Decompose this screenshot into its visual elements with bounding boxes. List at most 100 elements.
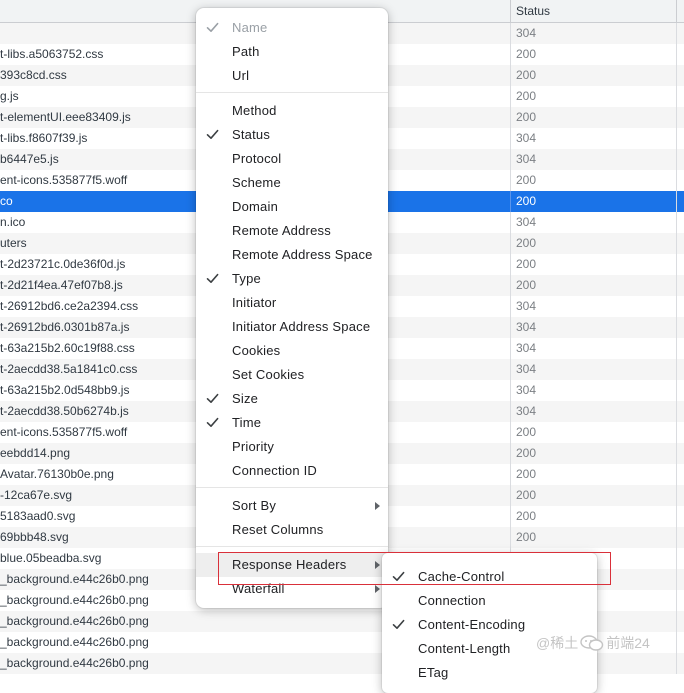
column-divider <box>510 65 511 86</box>
column-divider <box>510 506 511 527</box>
column-divider <box>676 611 677 632</box>
column-divider <box>510 170 511 191</box>
column-divider <box>510 149 511 170</box>
checkmark-icon <box>392 565 406 589</box>
column-divider <box>676 86 677 107</box>
menu-item-label: Sort By <box>232 498 277 513</box>
menu-item-label: Remote Address <box>232 223 331 238</box>
menu-item-waterfall[interactable]: Waterfall <box>196 577 388 601</box>
menu-item-label: Set Cookies <box>232 367 305 382</box>
request-status: 304 <box>516 362 537 376</box>
menu-item-status[interactable]: Status <box>196 123 388 147</box>
next-column-header[interactable] <box>676 0 684 22</box>
request-status: 200 <box>516 446 537 460</box>
menu-item-sort-by[interactable]: Sort By <box>196 494 388 518</box>
column-divider <box>510 254 511 275</box>
wechat-logo-icon <box>580 635 604 651</box>
column-divider <box>510 359 511 380</box>
menu-item-time[interactable]: Time <box>196 411 388 435</box>
column-divider <box>510 191 511 212</box>
request-status: 304 <box>516 26 537 40</box>
menu-item-label: Connection <box>418 593 486 608</box>
checkmark-icon <box>392 613 406 637</box>
checkmark-icon <box>206 387 220 411</box>
column-divider <box>676 128 677 149</box>
menu-separator <box>196 546 388 547</box>
column-divider <box>510 380 511 401</box>
menu-item-connection-id[interactable]: Connection ID <box>196 459 388 483</box>
column-divider <box>510 485 511 506</box>
request-status: 304 <box>516 215 537 229</box>
column-divider <box>676 548 677 569</box>
menu-item-protocol[interactable]: Protocol <box>196 147 388 171</box>
menu-item-size[interactable]: Size <box>196 387 388 411</box>
menu-item-label: Response Headers <box>232 557 347 572</box>
menu-item-label: Method <box>232 103 277 118</box>
column-divider <box>510 422 511 443</box>
request-status: 200 <box>516 278 537 292</box>
menu-item-label: Url <box>232 68 250 83</box>
submenu-item-cache-control[interactable]: Cache-Control <box>382 565 597 589</box>
column-divider <box>510 317 511 338</box>
menu-item-path[interactable]: Path <box>196 40 388 64</box>
menu-item-label: Domain <box>232 199 278 214</box>
column-divider <box>510 212 511 233</box>
column-divider <box>510 443 511 464</box>
checkmark-icon <box>206 267 220 291</box>
menu-item-label: Cookies <box>232 343 281 358</box>
column-divider <box>510 464 511 485</box>
column-divider <box>510 86 511 107</box>
column-divider <box>510 128 511 149</box>
menu-item-response-headers[interactable]: Response Headers <box>196 553 388 577</box>
menu-item-cookies[interactable]: Cookies <box>196 339 388 363</box>
column-divider <box>676 65 677 86</box>
request-status: 200 <box>516 509 537 523</box>
column-divider <box>676 632 677 653</box>
menu-item-priority[interactable]: Priority <box>196 435 388 459</box>
request-status: 200 <box>516 194 537 208</box>
column-divider <box>676 527 677 548</box>
menu-item-initiator-address-space[interactable]: Initiator Address Space <box>196 315 388 339</box>
request-status: 200 <box>516 467 537 481</box>
menu-item-remote-address-space[interactable]: Remote Address Space <box>196 243 388 267</box>
menu-item-label: Content-Encoding <box>418 617 526 632</box>
request-status: 200 <box>516 257 537 271</box>
column-divider <box>510 107 511 128</box>
column-divider <box>510 527 511 548</box>
menu-item-label: Size <box>232 391 259 406</box>
menu-item-reset-columns[interactable]: Reset Columns <box>196 518 388 542</box>
column-divider <box>510 296 511 317</box>
menu-item-method[interactable]: Method <box>196 99 388 123</box>
menu-item-initiator[interactable]: Initiator <box>196 291 388 315</box>
column-divider <box>676 338 677 359</box>
menu-item-remote-address[interactable]: Remote Address <box>196 219 388 243</box>
menu-item-name[interactable]: Name <box>196 16 388 40</box>
menu-item-label: Initiator <box>232 295 277 310</box>
column-context-menu: Name Path Url Method Status Protocol Scheme Dom… <box>196 8 388 608</box>
menu-item-url[interactable]: Url <box>196 64 388 88</box>
column-divider <box>676 485 677 506</box>
menu-item-type[interactable]: Type <box>196 267 388 291</box>
chevron-right-icon <box>375 585 380 593</box>
menu-item-domain[interactable]: Domain <box>196 195 388 219</box>
column-divider <box>676 254 677 275</box>
request-status: 304 <box>516 320 537 334</box>
menu-item-label: Time <box>232 415 262 430</box>
status-column-header[interactable]: Status <box>516 4 550 18</box>
column-divider <box>676 212 677 233</box>
request-status: 200 <box>516 110 537 124</box>
submenu-item-connection[interactable]: Connection <box>382 589 597 613</box>
watermark-prefix: @稀土 <box>536 635 579 651</box>
menu-separator <box>196 92 388 93</box>
menu-item-label: Status <box>232 127 271 142</box>
request-status: 200 <box>516 530 537 544</box>
menu-separator <box>196 487 388 488</box>
menu-item-scheme[interactable]: Scheme <box>196 171 388 195</box>
menu-item-label: Cache-Control <box>418 569 505 584</box>
submenu-item-etag[interactable]: ETag <box>382 661 597 685</box>
column-divider <box>676 170 677 191</box>
column-divider <box>676 23 677 44</box>
column-divider <box>676 275 677 296</box>
menu-item-set-cookies[interactable]: Set Cookies <box>196 363 388 387</box>
column-divider <box>510 23 511 44</box>
